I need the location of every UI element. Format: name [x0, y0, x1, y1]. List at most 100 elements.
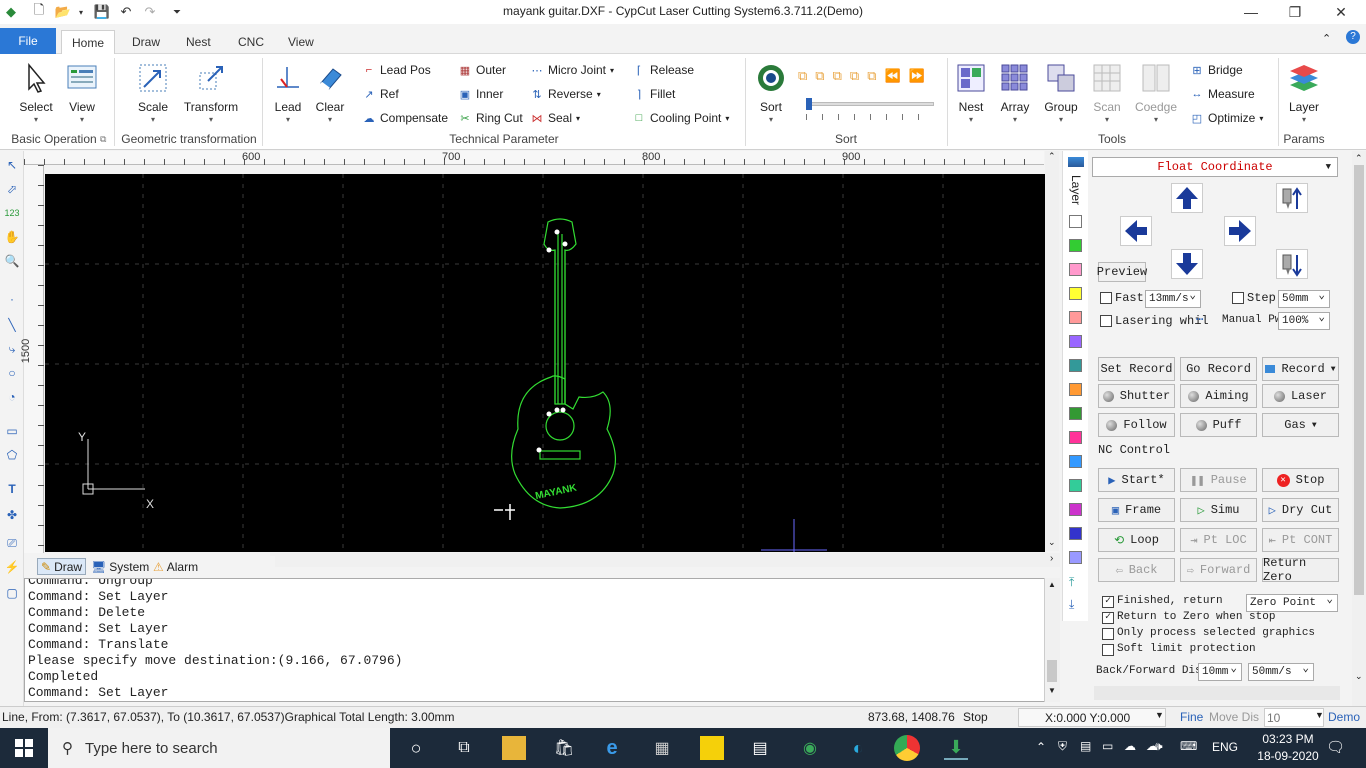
release-button[interactable]: ⌈ Release [632, 60, 694, 80]
rewind-icon[interactable]: ⏪ [884, 68, 900, 84]
layer-swatch[interactable] [1069, 407, 1082, 420]
zoom-icon[interactable]: 🔍 [4, 253, 20, 269]
simu-button[interactable]: ▷ Simu [1180, 498, 1257, 522]
calculator-icon[interactable]: ▤ [748, 736, 772, 760]
soft-limit-checkbox[interactable] [1102, 644, 1114, 656]
machine-position-dropdown[interactable]: X:0.000 Y:0.000 ▼ [1018, 708, 1166, 727]
help-icon[interactable]: ? [1346, 30, 1360, 44]
scroll-up-icon[interactable]: ⌃ [1355, 153, 1363, 164]
go-record-button[interactable]: Go Record [1180, 357, 1257, 381]
task-view-icon[interactable]: ⧉ [452, 736, 476, 760]
tab-view[interactable]: View [278, 30, 324, 54]
sort-mode-1-icon[interactable]: ⧉ [798, 68, 807, 84]
line-icon[interactable]: ╲ [4, 317, 20, 333]
tab-draw-log[interactable]: ✎ Draw [37, 558, 87, 575]
layer-swatch[interactable] [1069, 551, 1082, 564]
transform-button[interactable]: Transform ▾ [182, 60, 240, 130]
scroll-down-icon[interactable]: ⌄ [1048, 537, 1056, 548]
pan-hand-icon[interactable]: ✋ [4, 229, 20, 245]
micro-joint-button[interactable]: ⋯ Micro Joint ▾ [530, 60, 615, 80]
step-dropdown[interactable]: 50mm [1278, 288, 1330, 308]
layer-swatch[interactable] [1069, 359, 1082, 372]
arc-icon[interactable]: ◔ [4, 389, 20, 405]
reverse-button[interactable]: ⇅ Reverse ▾ [530, 84, 600, 104]
tab-file[interactable]: File [0, 28, 56, 54]
sort-button[interactable]: Sort ▾ [748, 60, 794, 130]
tab-cnc[interactable]: CNC [228, 30, 274, 54]
scale-button[interactable]: Scale ▾ [130, 60, 176, 130]
return-zero-stop-checkbox[interactable]: ✓ [1102, 612, 1114, 624]
file-explorer-icon[interactable] [502, 736, 526, 760]
jog-up-button[interactable] [1171, 183, 1203, 213]
ring-cut-button[interactable]: ✂ Ring Cut [458, 108, 522, 128]
frame-button[interactable]: ▣ Frame [1098, 498, 1175, 522]
taskbar-search-box[interactable]: ⚲ Type here to search [48, 728, 390, 768]
array-button[interactable]: Array ▾ [992, 60, 1038, 130]
cooling-point-button[interactable]: □ Cooling Point ▾ [632, 108, 730, 128]
sort-slider-thumb[interactable] [806, 98, 812, 110]
scroll-down-icon[interactable]: ▼ [1048, 686, 1056, 695]
start-button[interactable]: ▶ Start* [1098, 468, 1175, 492]
fillet-button[interactable]: ⌉ Fillet [632, 84, 676, 104]
aiming-button[interactable]: Aiming [1180, 384, 1257, 408]
layer-swatch[interactable] [1069, 455, 1082, 468]
fast-checkbox[interactable] [1100, 292, 1112, 304]
taskbar-time[interactable]: 03:23 PM [1256, 732, 1320, 746]
set-record-button[interactable]: Set Record [1098, 357, 1175, 381]
lead-pos-button[interactable]: ⌐ Lead Pos [362, 60, 431, 80]
lead-button[interactable]: Lead ▾ [265, 60, 311, 130]
tray-overflow-icon[interactable]: ⌃ [1036, 740, 1046, 754]
layer-down-icon[interactable]: ⤓ [1069, 597, 1074, 612]
text-number-icon[interactable]: 123 [4, 205, 20, 221]
z-down-button[interactable] [1276, 249, 1308, 279]
command-log[interactable]: Command: Ungroup Command: Set Layer Comm… [24, 578, 1046, 702]
volume-icon[interactable]: 🕪 [1155, 739, 1163, 754]
language-indicator[interactable]: ENG [1212, 740, 1238, 754]
keyboard-icon[interactable]: ⌨ [1180, 739, 1197, 753]
puff-button[interactable]: Puff [1180, 413, 1257, 437]
circle-icon[interactable]: ○ [4, 365, 20, 381]
sticky-notes-icon[interactable] [700, 736, 724, 760]
canvas-horizontal-scrollbar[interactable]: ‹ › [270, 553, 1060, 567]
zero-point-dropdown[interactable]: Zero Point [1246, 592, 1338, 612]
notifications-icon[interactable]: 🗨 [1326, 738, 1345, 756]
select-button[interactable]: Select ▾ [13, 60, 59, 130]
pt-loc-button[interactable]: ⇥ Pt LOC [1180, 528, 1257, 552]
coordinate-mode-dropdown[interactable]: Float Coordinate ▼ [1092, 157, 1338, 177]
layer-up-icon[interactable]: ⤒ [1069, 575, 1074, 590]
polyline-icon[interactable]: ⤷ [4, 341, 20, 357]
drawing-canvas[interactable]: Y X MAYANK [45, 174, 1045, 552]
manual-power-dropdown[interactable]: 100% [1278, 310, 1330, 330]
battery-icon[interactable]: ▭ [1102, 739, 1113, 753]
measure-button[interactable]: ↔ Measure [1190, 84, 1255, 104]
layer-swatch[interactable] [1069, 527, 1082, 540]
optimize-button[interactable]: ◰ Optimize ▾ [1190, 108, 1264, 128]
sort-mode-5-icon[interactable]: ⧉ [867, 68, 876, 84]
coedge-button[interactable]: Coedge ▾ [1133, 60, 1179, 130]
scroll-thumb[interactable] [1047, 660, 1057, 682]
edge-icon[interactable]: ◐ [846, 736, 870, 760]
shutter-button[interactable]: Shutter [1098, 384, 1175, 408]
pt-cont-button[interactable]: ⇤ Pt CONT [1262, 528, 1339, 552]
preview-button[interactable]: Preview [1097, 262, 1147, 282]
follow-button[interactable]: Follow [1098, 413, 1175, 437]
ref-button[interactable]: ↗ Ref [362, 84, 398, 104]
fast-speed-dropdown[interactable]: 13mm/s [1145, 288, 1201, 308]
command-log-scrollbar[interactable]: ▲ ▼ [1044, 578, 1060, 702]
jog-right-button[interactable] [1224, 216, 1256, 246]
tab-home[interactable]: Home [61, 30, 116, 56]
bridge-button[interactable]: ⊞ Bridge [1190, 60, 1242, 80]
sort-mode-4-icon[interactable]: ⧉ [850, 68, 859, 84]
layer-button[interactable]: Layer ▾ [1281, 60, 1327, 130]
page-icon[interactable]: ▢ [4, 585, 20, 601]
dialog-launcher-icon[interactable]: ⧉ [100, 134, 106, 145]
back-forward-speed-dropdown[interactable]: 50mm/s [1248, 661, 1314, 681]
node-edit-icon[interactable]: ⬀ [4, 181, 20, 197]
fast-forward-icon[interactable]: ⏩ [909, 68, 925, 84]
scroll-thumb[interactable] [1354, 165, 1364, 595]
internet-explorer-icon[interactable]: e [600, 736, 624, 760]
dry-cut-button[interactable]: ▷ Dry Cut [1262, 498, 1339, 522]
layer-swatch[interactable] [1069, 431, 1082, 444]
jog-down-button[interactable] [1171, 249, 1203, 279]
store-icon[interactable]: 🛍 [552, 736, 576, 760]
